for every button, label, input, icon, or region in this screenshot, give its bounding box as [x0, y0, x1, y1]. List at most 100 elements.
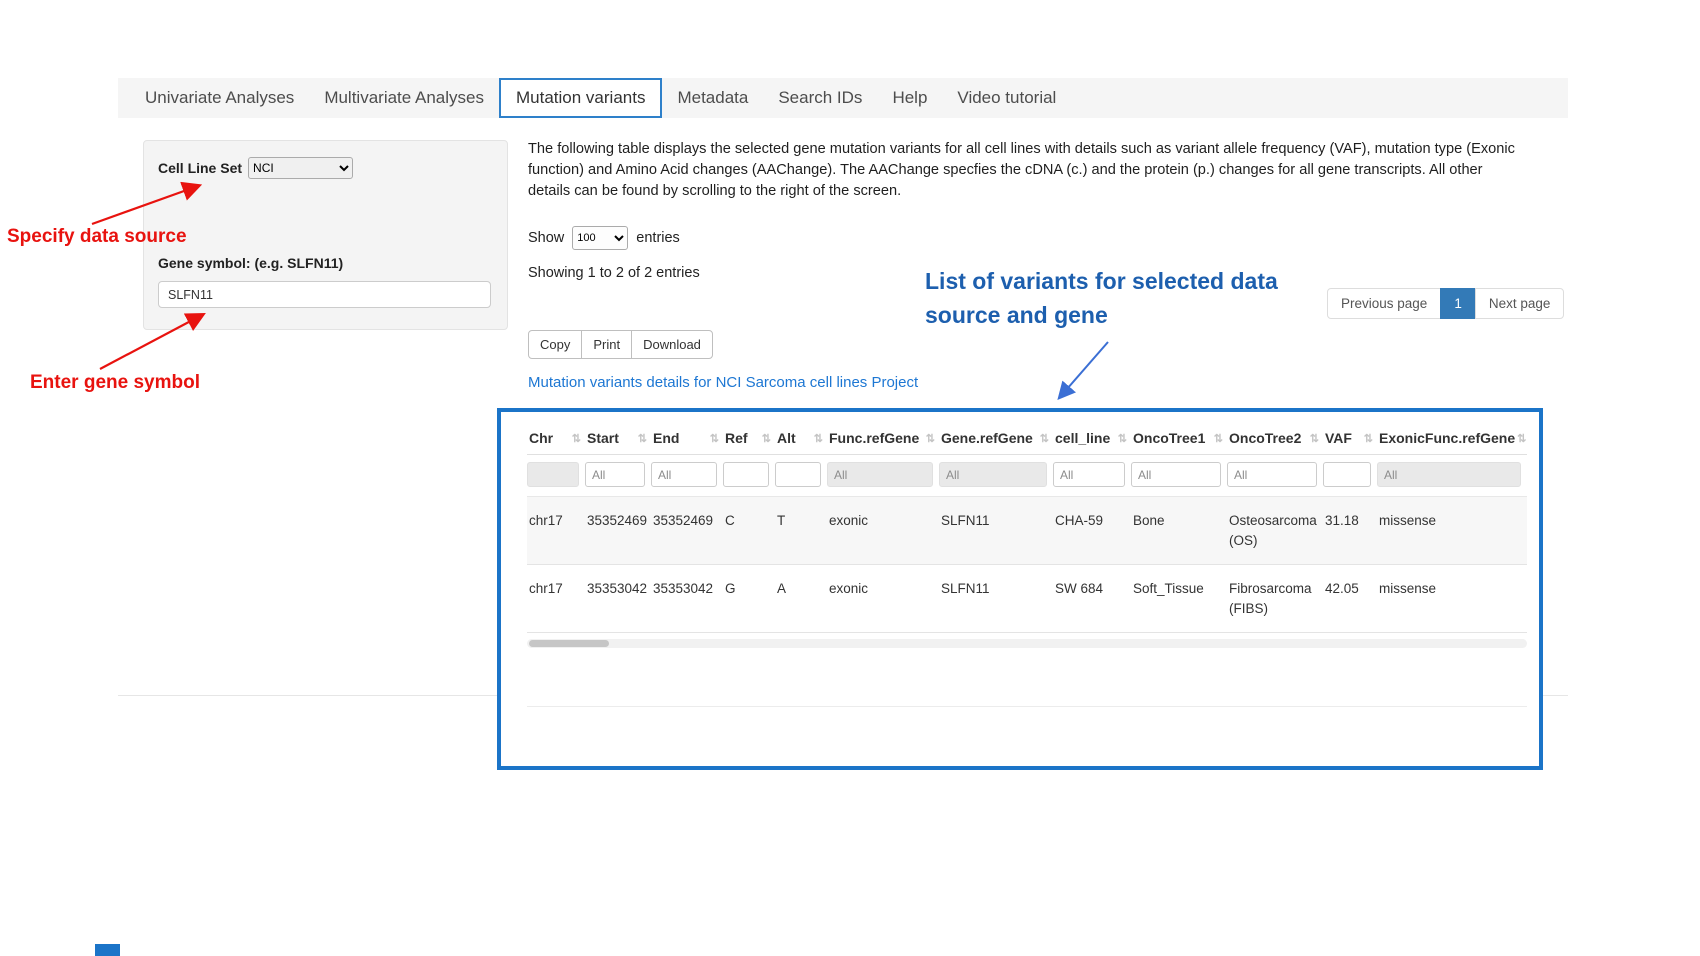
- cell-cell-line: SW 684: [1053, 565, 1131, 633]
- cell-func-refgene: exonic: [827, 565, 939, 633]
- sort-icon[interactable]: ⇅: [710, 432, 719, 445]
- tab-mutation-variants[interactable]: Mutation variants: [499, 78, 662, 118]
- cell-exonicfunc-refgene: missense: [1377, 565, 1527, 633]
- download-button[interactable]: Download: [631, 330, 713, 359]
- export-button-group: Copy Print Download: [528, 330, 713, 359]
- cell-end: 35352469: [651, 497, 723, 565]
- table-description: The following table displays the selecte…: [528, 139, 1526, 202]
- cell-chr: chr17: [527, 497, 585, 565]
- horizontal-scrollbar[interactable]: [527, 639, 1527, 648]
- sort-icon[interactable]: ⇅: [1214, 432, 1223, 445]
- filter-input-gene-refgene[interactable]: [939, 462, 1047, 487]
- pagination: Previous page 1 Next page: [1327, 288, 1564, 319]
- show-label: Show: [528, 230, 564, 246]
- cell-ref: C: [723, 497, 775, 565]
- sort-icon[interactable]: ⇅: [638, 432, 647, 445]
- column-header-start[interactable]: Start⇅: [585, 424, 651, 455]
- page-number-button[interactable]: 1: [1440, 288, 1476, 319]
- showing-entries-status: Showing 1 to 2 of 2 entries: [528, 265, 700, 281]
- variants-table-container: Chr⇅ Start⇅ End⇅ Ref⇅ Alt⇅ Func.refGene⇅…: [497, 408, 1543, 770]
- filter-input-end[interactable]: [651, 462, 717, 487]
- filter-input-vaf[interactable]: [1323, 462, 1371, 487]
- cell-func-refgene: exonic: [827, 497, 939, 565]
- column-header-oncotree1[interactable]: OncoTree1⇅: [1131, 424, 1227, 455]
- column-header-end[interactable]: End⇅: [651, 424, 723, 455]
- cell-gene-refgene: SLFN11: [939, 565, 1053, 633]
- filter-input-start[interactable]: [585, 462, 645, 487]
- next-page-button[interactable]: Next page: [1475, 288, 1565, 319]
- table-header-row: Chr⇅ Start⇅ End⇅ Ref⇅ Alt⇅ Func.refGene⇅…: [527, 424, 1527, 455]
- tab-help[interactable]: Help: [877, 78, 942, 118]
- tab-metadata[interactable]: Metadata: [662, 78, 763, 118]
- sort-icon[interactable]: ⇅: [1517, 432, 1526, 445]
- filter-input-func-refgene[interactable]: [827, 462, 933, 487]
- column-header-chr[interactable]: Chr⇅: [527, 424, 585, 455]
- column-header-func-refgene[interactable]: Func.refGene⇅: [827, 424, 939, 455]
- gene-symbol-input[interactable]: [158, 281, 491, 308]
- cell-exonicfunc-refgene: missense: [1377, 497, 1527, 565]
- cell-end: 35353042: [651, 565, 723, 633]
- cell-oncotree1: Soft_Tissue: [1131, 565, 1227, 633]
- tab-multivariate-analyses[interactable]: Multivariate Analyses: [309, 78, 499, 118]
- filter-input-oncotree2[interactable]: [1227, 462, 1317, 487]
- show-entries-control: Show 100 entries: [528, 226, 680, 250]
- annotation-specify-data-source: Specify data source: [7, 226, 187, 248]
- cell-start: 35352469: [585, 497, 651, 565]
- filter-input-exonicfunc-refgene[interactable]: [1377, 462, 1521, 487]
- sort-icon[interactable]: ⇅: [926, 432, 935, 445]
- table-row[interactable]: chr17 35353042 35353042 G A exonic SLFN1…: [527, 565, 1527, 633]
- cell-oncotree1: Bone: [1131, 497, 1227, 565]
- cell-vaf: 31.18: [1323, 497, 1377, 565]
- table-caption: Mutation variants details for NCI Sarcom…: [528, 374, 918, 391]
- table-filter-row: [527, 455, 1527, 497]
- sort-icon[interactable]: ⇅: [762, 432, 771, 445]
- tab-univariate-analyses[interactable]: Univariate Analyses: [130, 78, 309, 118]
- sort-icon[interactable]: ⇅: [814, 432, 823, 445]
- control-panel: Cell Line Set NCI Gene symbol: (e.g. SLF…: [143, 140, 508, 330]
- cell-line-set-select[interactable]: NCI: [248, 157, 353, 179]
- table-bottom-divider: [527, 706, 1527, 707]
- sort-icon[interactable]: ⇅: [1310, 432, 1319, 445]
- filter-input-ref[interactable]: [723, 462, 769, 487]
- tab-search-ids[interactable]: Search IDs: [763, 78, 877, 118]
- sort-icon[interactable]: ⇅: [1364, 432, 1373, 445]
- top-navbar: Univariate Analyses Multivariate Analyse…: [118, 78, 1568, 118]
- sort-icon[interactable]: ⇅: [1118, 432, 1127, 445]
- filter-input-cell-line[interactable]: [1053, 462, 1125, 487]
- cell-gene-refgene: SLFN11: [939, 497, 1053, 565]
- cell-vaf: 42.05: [1323, 565, 1377, 633]
- print-button[interactable]: Print: [581, 330, 632, 359]
- variants-table: Chr⇅ Start⇅ End⇅ Ref⇅ Alt⇅ Func.refGene⇅…: [527, 424, 1527, 633]
- gene-symbol-label: Gene symbol: (e.g. SLFN11): [158, 255, 493, 271]
- annotation-enter-gene-symbol: Enter gene symbol: [30, 372, 200, 394]
- cell-alt: T: [775, 497, 827, 565]
- tab-video-tutorial[interactable]: Video tutorial: [942, 78, 1071, 118]
- cell-start: 35353042: [585, 565, 651, 633]
- annotation-variants-list: List of variants for selected data sourc…: [925, 264, 1325, 332]
- blue-arrow-to-table: [1060, 342, 1108, 397]
- scrollbar-thumb[interactable]: [529, 640, 609, 647]
- cell-oncotree2: Osteosarcoma (OS): [1227, 497, 1323, 565]
- column-header-vaf[interactable]: VAF⇅: [1323, 424, 1377, 455]
- filter-input-alt[interactable]: [775, 462, 821, 487]
- cell-oncotree2: Fibrosarcoma (FIBS): [1227, 565, 1323, 633]
- column-header-gene-refgene[interactable]: Gene.refGene⇅: [939, 424, 1053, 455]
- cell-ref: G: [723, 565, 775, 633]
- column-header-oncotree2[interactable]: OncoTree2⇅: [1227, 424, 1323, 455]
- table-row[interactable]: chr17 35352469 35352469 C T exonic SLFN1…: [527, 497, 1527, 565]
- cell-line-set-label: Cell Line Set: [158, 160, 242, 176]
- previous-page-button[interactable]: Previous page: [1327, 288, 1441, 319]
- column-header-exonicfunc-refgene[interactable]: ExonicFunc.refGene⇅: [1377, 424, 1527, 455]
- column-header-cell-line[interactable]: cell_line⇅: [1053, 424, 1131, 455]
- column-header-ref[interactable]: Ref⇅: [723, 424, 775, 455]
- sort-icon[interactable]: ⇅: [1040, 432, 1049, 445]
- sort-icon[interactable]: ⇅: [572, 432, 581, 445]
- column-header-alt[interactable]: Alt⇅: [775, 424, 827, 455]
- copy-button[interactable]: Copy: [528, 330, 582, 359]
- cell-chr: chr17: [527, 565, 585, 633]
- filter-input-oncotree1[interactable]: [1131, 462, 1221, 487]
- entries-label: entries: [636, 230, 680, 246]
- entries-per-page-select[interactable]: 100: [572, 226, 628, 250]
- filter-input-chr[interactable]: [527, 462, 579, 487]
- cell-cell-line: CHA-59: [1053, 497, 1131, 565]
